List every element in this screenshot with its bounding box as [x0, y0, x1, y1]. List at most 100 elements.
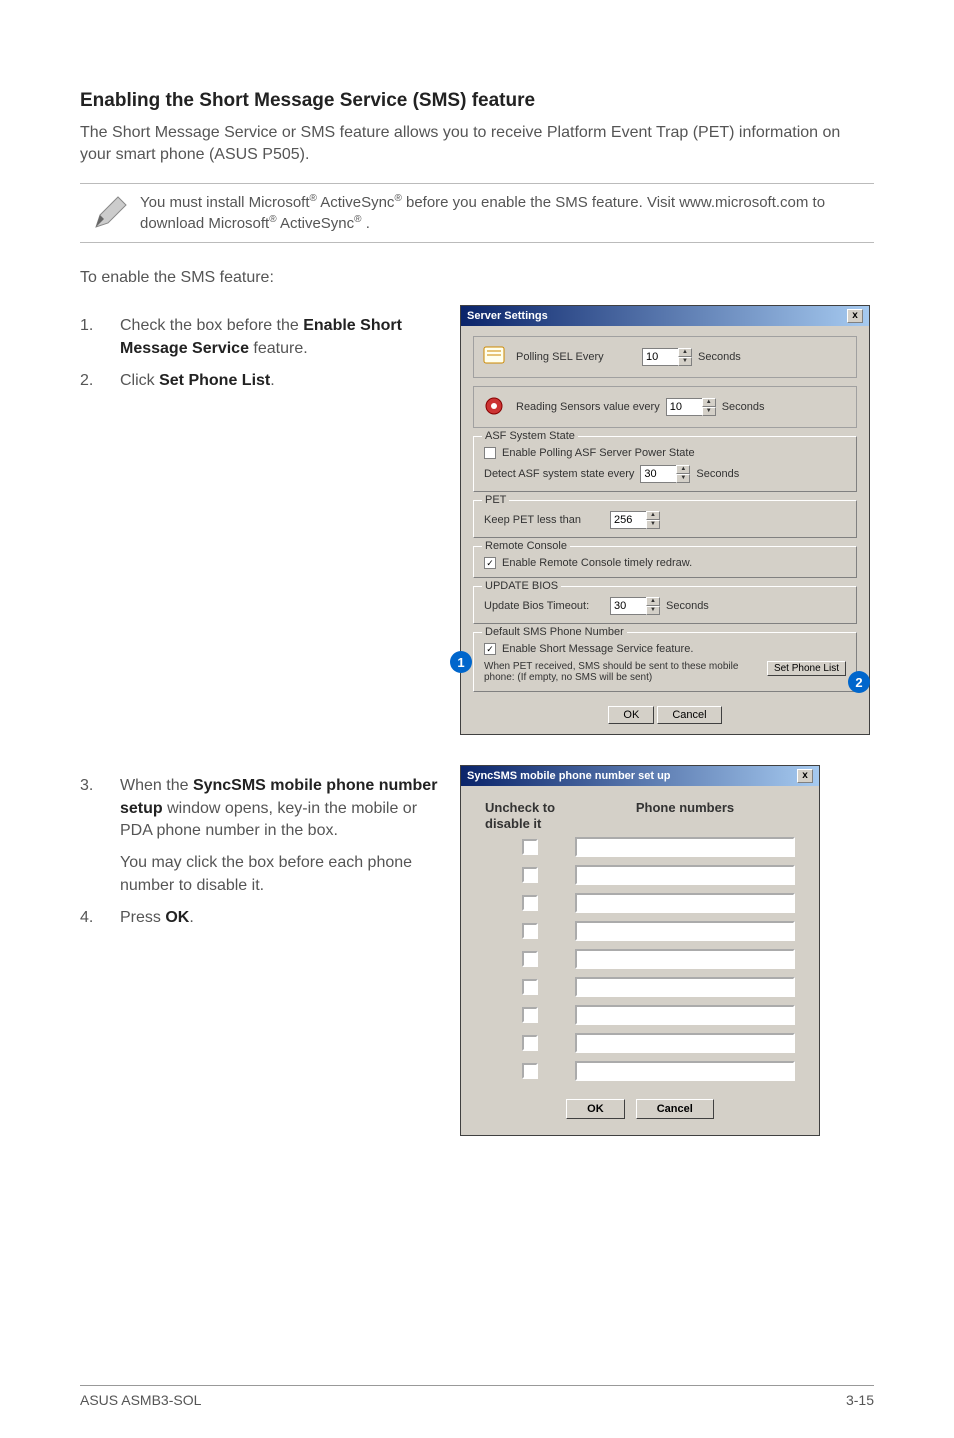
seconds-label: Seconds — [722, 401, 765, 413]
note-box: You must install Microsoft® ActiveSync® … — [80, 183, 874, 243]
polling-label: Polling SEL Every — [516, 351, 636, 363]
rc-checkbox-label: Enable Remote Console timely redraw. — [502, 557, 692, 569]
spin-down-icon[interactable]: ▼ — [646, 520, 660, 529]
pet-spinner[interactable]: ▲▼ — [610, 511, 660, 529]
asf-input[interactable] — [640, 465, 676, 483]
phone-row — [485, 837, 795, 857]
bios-spinner[interactable]: ▲▼ — [610, 597, 660, 615]
cancel-button[interactable]: Cancel — [657, 706, 721, 724]
sel-icon — [482, 345, 510, 369]
spin-down-icon[interactable]: ▼ — [678, 357, 692, 366]
asf-spinner[interactable]: ▲▼ — [640, 465, 690, 483]
phone-input[interactable] — [575, 921, 795, 941]
close-button[interactable]: x — [847, 309, 863, 323]
syncsms-dialog: SyncSMS mobile phone number set up x Unc… — [460, 765, 820, 1136]
callout-2: 2 — [848, 671, 870, 693]
asf-detect-label: Detect ASF system state every — [484, 468, 634, 480]
dialog-title: Server Settings — [467, 310, 548, 322]
dialog-titlebar: Server Settings x — [461, 306, 869, 326]
phone-row — [485, 865, 795, 885]
callout-1: 1 — [450, 651, 472, 673]
phone-row — [485, 893, 795, 913]
footer-right: 3-15 — [846, 1392, 874, 1408]
spin-down-icon[interactable]: ▼ — [646, 606, 660, 615]
dialog2-titlebar: SyncSMS mobile phone number set up x — [461, 766, 819, 786]
seconds-label: Seconds — [696, 468, 739, 480]
asf-group-title: ASF System State — [482, 430, 578, 442]
spin-up-icon[interactable]: ▲ — [676, 465, 690, 474]
rc-group-title: Remote Console — [482, 540, 570, 552]
phone-row — [485, 977, 795, 997]
close-button[interactable]: x — [797, 769, 813, 783]
sensors-input[interactable] — [666, 398, 702, 416]
footer-left: ASUS ASMB3-SOL — [80, 1392, 201, 1408]
phone-checkbox[interactable] — [522, 895, 538, 911]
asf-checkbox-label: Enable Polling ASF Server Power State — [502, 447, 695, 459]
cancel-button[interactable]: Cancel — [636, 1099, 714, 1119]
phone-input[interactable] — [575, 865, 795, 885]
step-2: 2. Click Set Phone List. — [80, 370, 440, 392]
pet-label: Keep PET less than — [484, 514, 604, 526]
seconds-label: Seconds — [698, 351, 741, 363]
intro-paragraph: The Short Message Service or SMS feature… — [80, 122, 874, 167]
pet-group-title: PET — [482, 494, 509, 506]
bios-group-title: UPDATE BIOS — [482, 580, 561, 592]
phone-row — [485, 1061, 795, 1081]
phone-row — [485, 949, 795, 969]
phone-checkbox[interactable] — [522, 1007, 538, 1023]
step-3: 3. When the SyncSMS mobile phone number … — [80, 775, 440, 897]
phone-checkbox[interactable] — [522, 867, 538, 883]
phone-row — [485, 1005, 795, 1025]
phone-checkbox[interactable] — [522, 1063, 538, 1079]
sms-group-title: Default SMS Phone Number — [482, 626, 627, 638]
seconds-label: Seconds — [666, 600, 709, 612]
spin-up-icon[interactable]: ▲ — [678, 348, 692, 357]
phone-checkbox[interactable] — [522, 951, 538, 967]
set-phone-list-button[interactable]: Set Phone List — [767, 661, 846, 676]
section-heading: Enabling the Short Message Service (SMS)… — [80, 90, 874, 112]
sensor-icon — [482, 395, 510, 419]
sensors-spinner[interactable]: ▲▼ — [666, 398, 716, 416]
spin-down-icon[interactable]: ▼ — [702, 407, 716, 416]
bios-label: Update Bios Timeout: — [484, 600, 604, 612]
phone-checkbox[interactable] — [522, 839, 538, 855]
col-phone: Phone numbers — [575, 800, 795, 831]
bios-input[interactable] — [610, 597, 646, 615]
sensors-label: Reading Sensors value every — [516, 401, 660, 413]
phone-input[interactable] — [575, 977, 795, 997]
sms-checkbox[interactable]: ✓ — [484, 643, 496, 655]
phone-input[interactable] — [575, 949, 795, 969]
asf-enable-checkbox[interactable] — [484, 447, 496, 459]
lead-text: To enable the SMS feature: — [80, 267, 874, 289]
polling-spinner[interactable]: ▲▼ — [642, 348, 692, 366]
sms-desc: When PET received, SMS should be sent to… — [484, 661, 761, 683]
polling-input[interactable] — [642, 348, 678, 366]
phone-input[interactable] — [575, 1061, 795, 1081]
phone-row — [485, 921, 795, 941]
phone-input[interactable] — [575, 837, 795, 857]
ok-button[interactable]: OK — [566, 1099, 625, 1119]
phone-input[interactable] — [575, 1005, 795, 1025]
phone-checkbox[interactable] — [522, 979, 538, 995]
note-text: You must install Microsoft® ActiveSync® … — [140, 192, 874, 234]
sms-checkbox-label: Enable Short Message Service feature. — [502, 643, 693, 655]
pet-input[interactable] — [610, 511, 646, 529]
col-uncheck: Uncheck to disable it — [485, 800, 575, 831]
spin-up-icon[interactable]: ▲ — [646, 597, 660, 606]
page-footer: ASUS ASMB3-SOL 3-15 — [80, 1385, 874, 1408]
phone-checkbox[interactable] — [522, 1035, 538, 1051]
spin-down-icon[interactable]: ▼ — [676, 474, 690, 483]
phone-input[interactable] — [575, 1033, 795, 1053]
spin-up-icon[interactable]: ▲ — [646, 511, 660, 520]
phone-input[interactable] — [575, 893, 795, 913]
phone-checkbox[interactable] — [522, 923, 538, 939]
ok-button[interactable]: OK — [608, 706, 654, 724]
rc-checkbox[interactable]: ✓ — [484, 557, 496, 569]
spin-up-icon[interactable]: ▲ — [702, 398, 716, 407]
dialog2-title: SyncSMS mobile phone number set up — [467, 770, 671, 782]
step-1: 1. Check the box before the Enable Short… — [80, 315, 440, 360]
pencil-icon — [80, 193, 140, 233]
phone-row — [485, 1033, 795, 1053]
server-settings-dialog: Server Settings x Polling SEL Every ▲▼ — [460, 305, 870, 735]
step-4: 4. Press OK. — [80, 907, 440, 929]
